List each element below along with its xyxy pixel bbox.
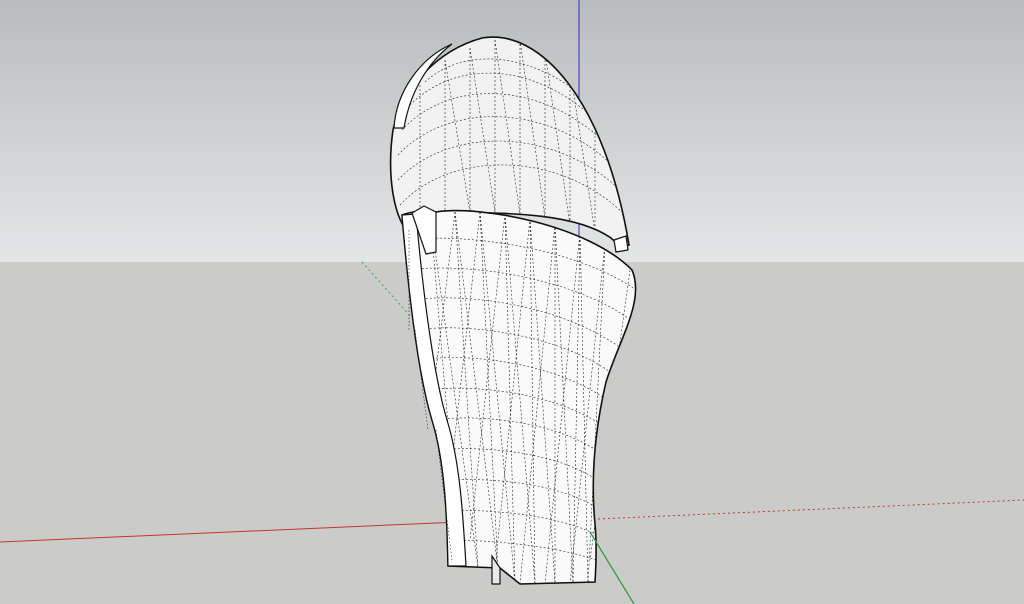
3d-viewport[interactable] [0,0,1024,604]
model-scene [0,0,1024,604]
red-axis [0,521,461,543]
green-axis [589,531,635,604]
green-axis-dotted [361,261,413,319]
red-axis-dotted [597,499,1024,520]
